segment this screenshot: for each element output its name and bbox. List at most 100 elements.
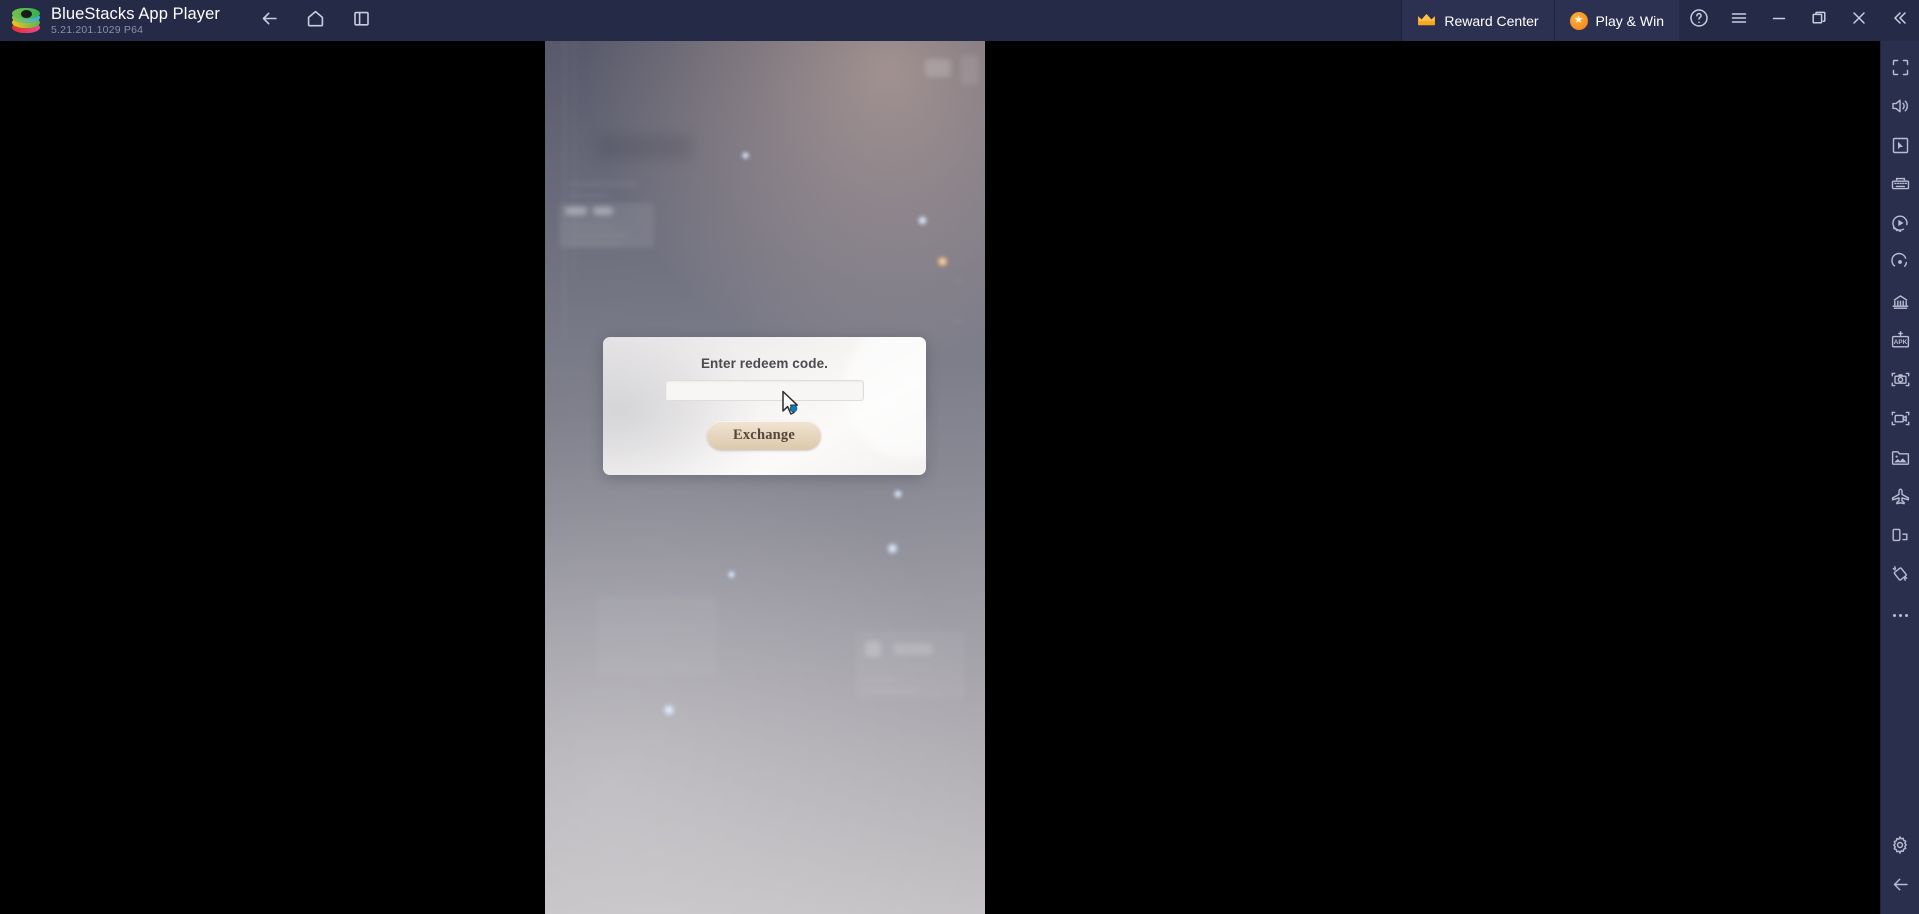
svg-text:APK: APK — [1893, 339, 1907, 346]
media-manager-button[interactable] — [1881, 440, 1919, 479]
cursor-box-icon — [1891, 136, 1910, 160]
right-sidebar: APK — [1880, 41, 1919, 914]
chevrons-left-icon — [1889, 8, 1909, 33]
device-layout-button[interactable] — [1881, 518, 1919, 557]
background-ghost — [597, 596, 717, 676]
hamburger-menu-icon — [1729, 8, 1749, 33]
bokeh-particle — [662, 703, 676, 717]
shake-icon — [1890, 564, 1911, 589]
multi-window-icon — [351, 8, 372, 34]
background-ghost — [865, 641, 881, 657]
minimize-icon — [1769, 8, 1789, 33]
keyboard-icon — [1890, 175, 1911, 199]
device-layout-icon — [1890, 526, 1910, 550]
redeem-code-input[interactable] — [665, 380, 864, 401]
multi-instance-icon — [1890, 292, 1911, 316]
restore-button[interactable] — [1799, 0, 1839, 41]
arrow-left-icon — [259, 8, 280, 34]
multi-instance-button[interactable] — [1881, 284, 1919, 323]
game-controls-button[interactable] — [1881, 128, 1919, 167]
background-ghost — [568, 181, 638, 187]
fullscreen-icon — [1891, 58, 1910, 82]
media-folder-icon — [1890, 448, 1911, 472]
background-ghost — [863, 677, 899, 682]
play-circle-icon — [1890, 213, 1910, 238]
menu-button[interactable] — [1719, 0, 1759, 41]
record-screen-button[interactable] — [1881, 401, 1919, 440]
bokeh-particle — [741, 151, 750, 160]
background-ghost — [863, 687, 921, 692]
camera-icon — [1890, 370, 1911, 394]
background-ghost — [925, 59, 951, 77]
background-ghost — [567, 233, 629, 237]
more-options-button[interactable] — [1881, 596, 1919, 635]
reward-center-button[interactable]: Reward Center — [1401, 0, 1554, 41]
background-ghost — [961, 55, 979, 85]
home-icon — [305, 8, 326, 34]
help-button[interactable] — [1679, 0, 1719, 41]
background-ghost — [593, 207, 613, 215]
gear-icon — [1890, 835, 1910, 860]
sidebar-bottom-group — [1881, 828, 1919, 906]
title-bar: BlueStacks App Player 5.21.201.1029 P64 — [0, 0, 1919, 41]
volume-icon — [1890, 96, 1910, 121]
background-ghost — [953, 279, 963, 283]
restore-window-icon — [1809, 8, 1829, 33]
title-bar-left: BlueStacks App Player 5.21.201.1029 P64 — [0, 0, 220, 41]
home-button[interactable] — [298, 5, 332, 37]
window-controls — [1679, 0, 1919, 41]
emulator-stage: Enter redeem code. Exchange — [0, 41, 1880, 914]
video-camera-icon — [1890, 409, 1911, 433]
close-icon — [1849, 8, 1869, 33]
background-ghost — [568, 193, 608, 198]
redeem-dialog-title: Enter redeem code. — [700, 356, 829, 371]
exchange-button[interactable]: Exchange — [707, 421, 821, 450]
recents-button[interactable] — [344, 5, 378, 37]
back-arrow-button[interactable] — [1881, 867, 1919, 906]
bokeh-particle — [886, 542, 899, 555]
airplane-icon — [1890, 487, 1911, 511]
arrow-left-icon — [1890, 874, 1911, 900]
bokeh-particle — [727, 570, 736, 579]
navigation-buttons — [252, 5, 378, 37]
background-ghost — [597, 135, 692, 159]
play-and-win-label: Play & Win — [1595, 12, 1664, 29]
shake-button[interactable] — [1881, 557, 1919, 596]
settings-button[interactable] — [1881, 828, 1919, 867]
ellipsis-icon — [1892, 614, 1908, 617]
macro-recorder-button[interactable] — [1881, 206, 1919, 245]
volume-button[interactable] — [1881, 89, 1919, 128]
play-and-win-button[interactable]: ★ Play & Win — [1553, 0, 1679, 41]
bokeh-particle — [917, 215, 928, 226]
crown-icon — [1417, 13, 1436, 28]
keyboard-controls-button[interactable] — [1881, 167, 1919, 206]
bokeh-particle — [893, 489, 903, 499]
question-circle-icon — [1689, 8, 1709, 33]
eco-mode-button[interactable] — [1881, 479, 1919, 518]
reward-center-label: Reward Center — [1444, 12, 1539, 29]
apk-icon: APK — [1890, 330, 1911, 355]
background-ghost — [567, 225, 615, 229]
sidebar-top-group: APK — [1881, 50, 1919, 635]
background-ghost — [565, 207, 587, 215]
minimize-button[interactable] — [1759, 0, 1799, 41]
rotate-icon — [1890, 252, 1910, 277]
collapse-button[interactable] — [1879, 0, 1919, 41]
rotate-button[interactable] — [1881, 245, 1919, 284]
star-badge-icon: ★ — [1569, 11, 1588, 30]
title-bar-right: Reward Center ★ Play & Win — [1401, 0, 1919, 41]
background-ghost — [563, 41, 566, 341]
app-version: 5.21.201.1029 P64 — [51, 24, 144, 36]
install-apk-button[interactable]: APK — [1881, 323, 1919, 362]
title-text-group: BlueStacks App Player 5.21.201.1029 P64 — [51, 4, 221, 36]
back-button[interactable] — [252, 5, 286, 37]
bokeh-particle — [936, 256, 949, 267]
background-ghost — [567, 241, 622, 245]
fullscreen-button[interactable] — [1881, 50, 1919, 89]
redeem-code-dialog: Enter redeem code. Exchange — [603, 337, 926, 475]
app-title: BlueStacks App Player — [51, 4, 221, 23]
background-ghost — [893, 643, 933, 655]
android-game-view[interactable]: Enter redeem code. Exchange — [545, 41, 985, 914]
screenshot-button[interactable] — [1881, 362, 1919, 401]
close-button[interactable] — [1839, 0, 1879, 41]
